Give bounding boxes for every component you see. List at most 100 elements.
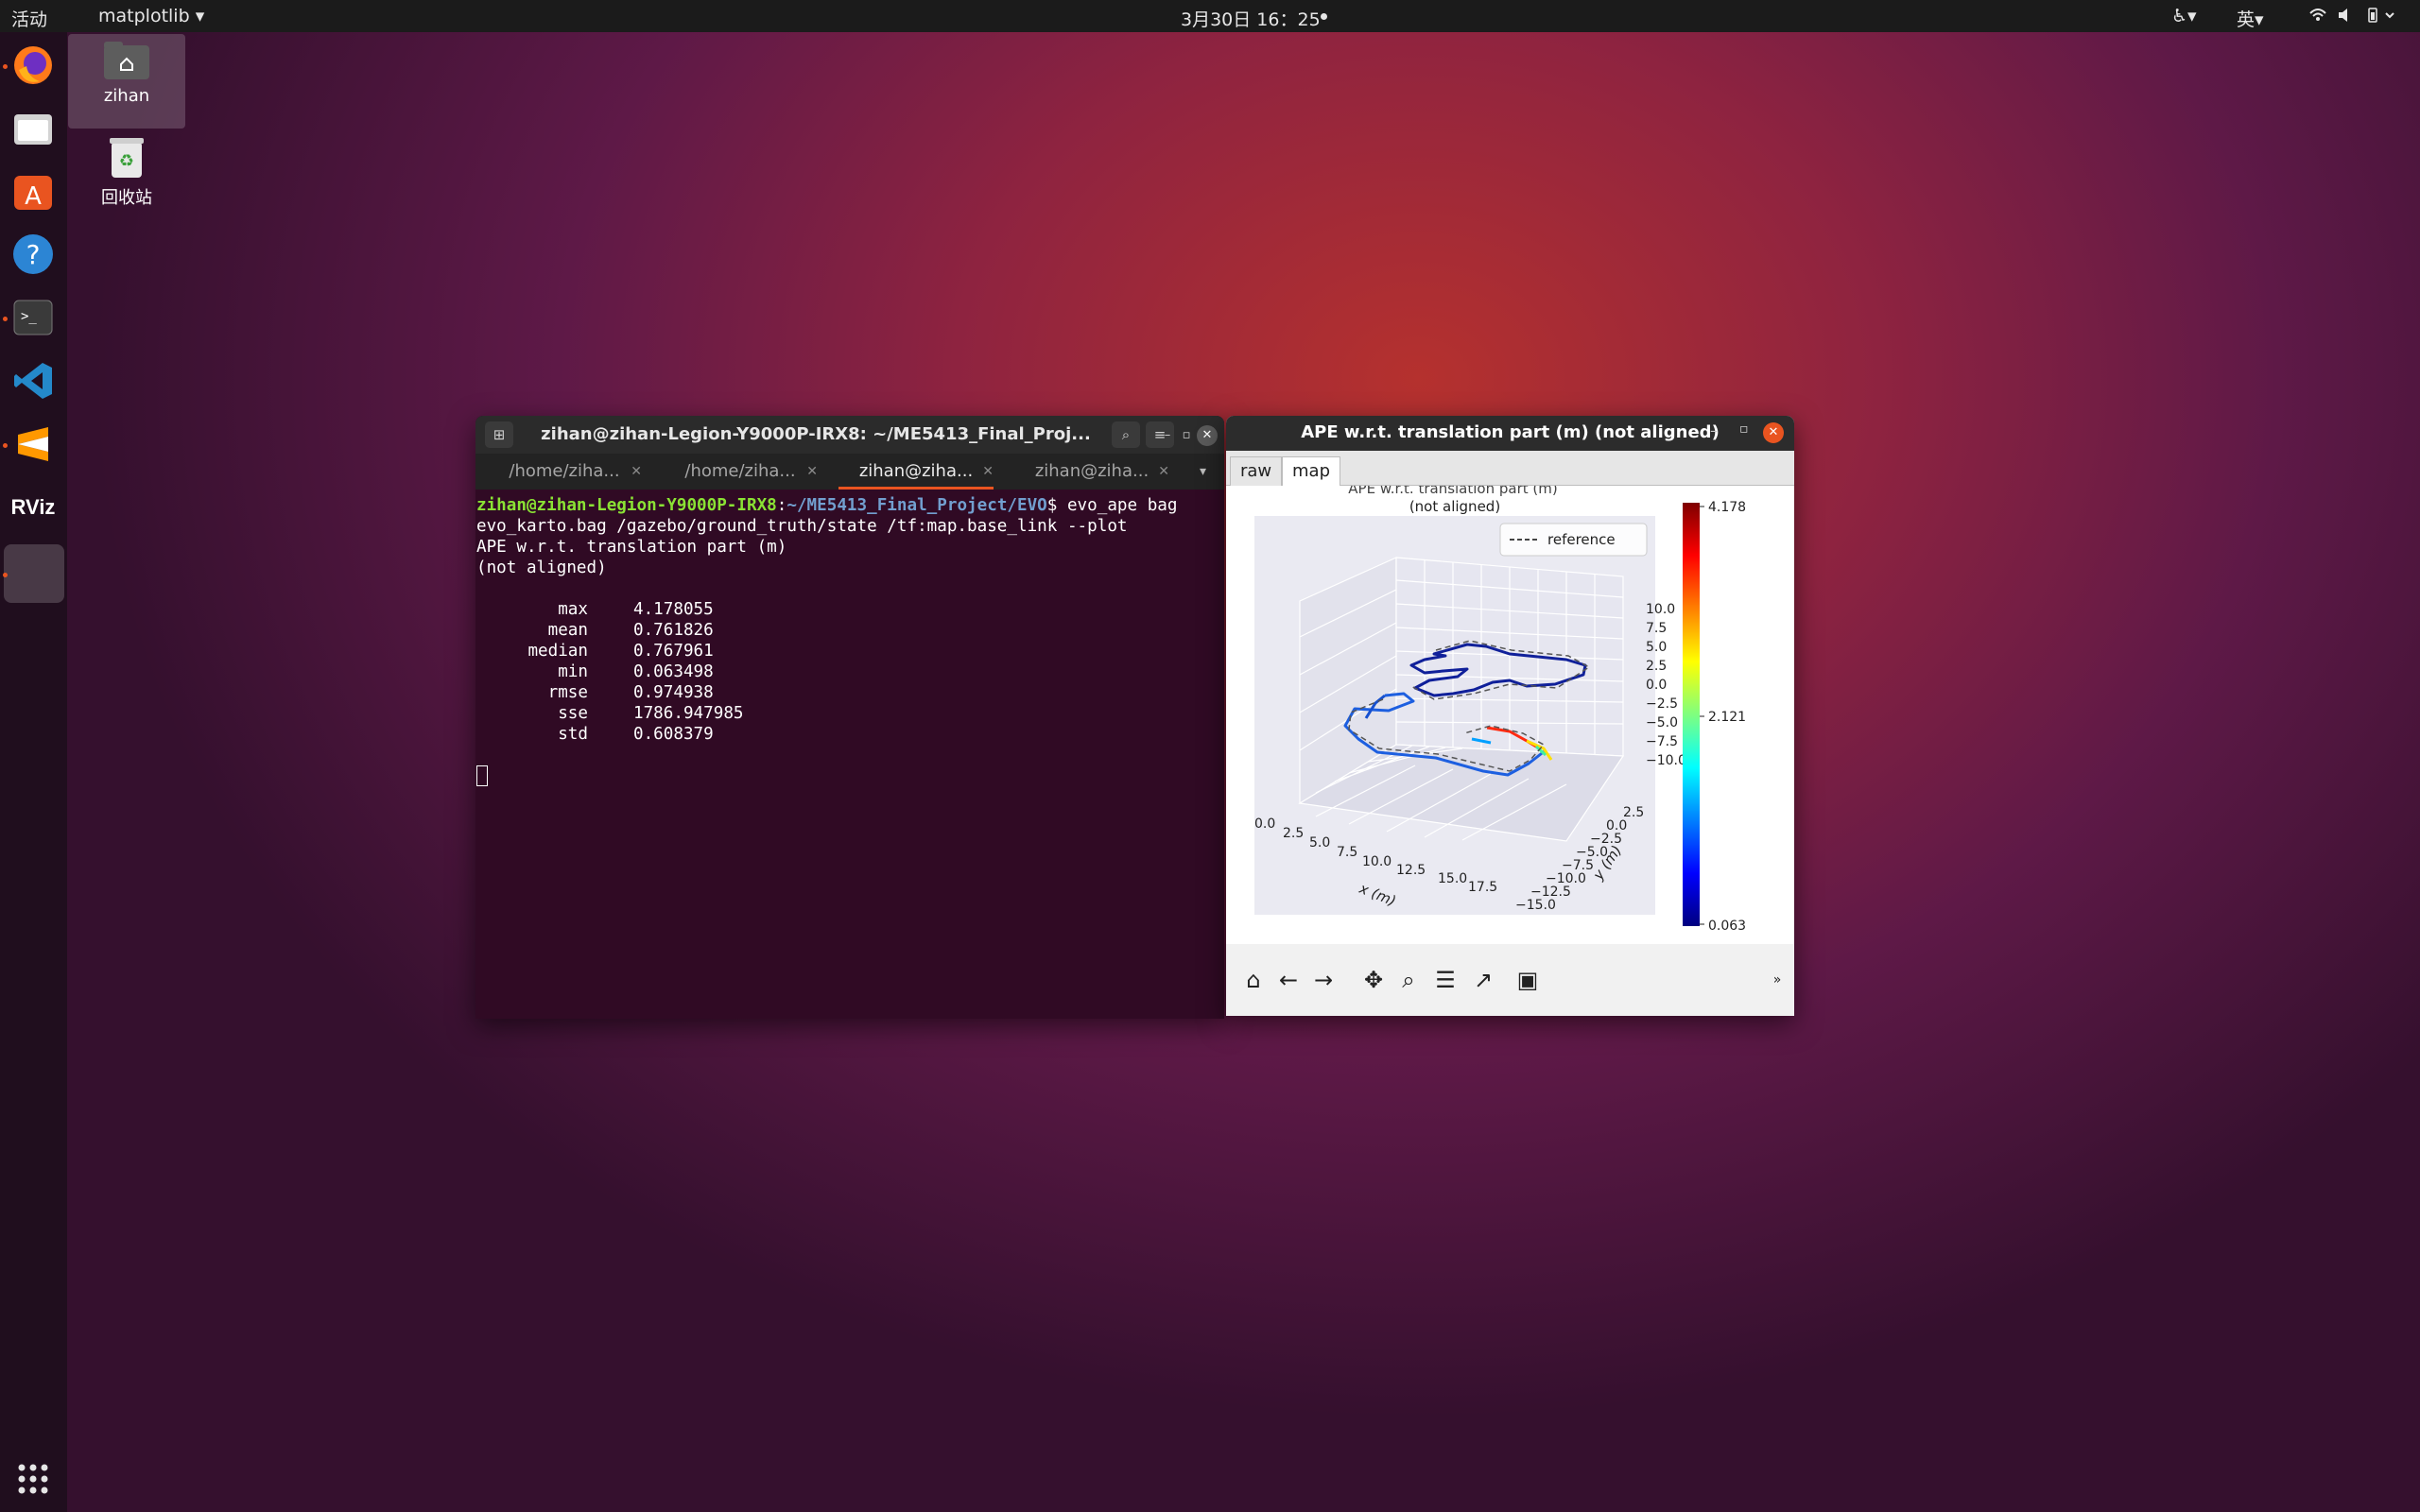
terminal-tab-3[interactable]: zihan@ziha... ✕ — [829, 454, 1003, 490]
z-tick: −10.0 — [1646, 753, 1686, 768]
running-indicator — [3, 443, 8, 448]
plot-tab-bar: raw map — [1226, 451, 1794, 486]
stat-row: max 4.178055 — [476, 600, 714, 619]
stat-value: 0.063498 — [633, 662, 714, 681]
active-window-icon[interactable] — [4, 544, 64, 603]
terminal-window[interactable]: ⊞ zihan@zihan-Legion-Y9000P-IRX8: ~/ME54… — [475, 416, 1224, 1019]
sublime-icon[interactable] — [7, 418, 60, 471]
store-glyph: A — [14, 176, 52, 211]
show-apps-grid-icon[interactable] — [7, 1452, 60, 1505]
close-icon[interactable]: ✕ — [1197, 425, 1218, 446]
files-icon[interactable] — [7, 101, 60, 154]
tab-label: /home/ziha... — [684, 461, 796, 481]
svg-text:?: ? — [26, 239, 41, 270]
x-tick: 10.0 — [1362, 854, 1392, 869]
running-indicator — [3, 573, 8, 577]
desktop-home-folder[interactable]: zihan — [68, 34, 185, 129]
figure-title-line2: (not aligned) — [1409, 498, 1500, 515]
plot-window-title: APE w.r.t. translation part (m) (not ali… — [1301, 422, 1720, 442]
running-indicator — [3, 64, 8, 69]
close-tab-icon[interactable]: ✕ — [806, 454, 818, 490]
help-icon[interactable]: ? — [7, 228, 60, 281]
plot-window[interactable]: APE w.r.t. translation part (m) (not ali… — [1226, 416, 1794, 1016]
colorbar-ticks: 4.178 2.121 0.063 — [1700, 500, 1746, 934]
zoom-icon[interactable]: ⌕ — [1394, 966, 1423, 994]
close-tab-icon[interactable]: ✕ — [982, 454, 994, 490]
terminal-tab-4[interactable]: zihan@ziha... ✕ — [1005, 454, 1179, 490]
z-tick: 0.0 — [1646, 678, 1667, 693]
z-tick: −7.5 — [1646, 734, 1678, 749]
terminal-output[interactable]: zihan@zihan-Legion-Y9000P-IRX8:~/ME5413_… — [475, 495, 1177, 786]
terminal-title: zihan@zihan-Legion-Y9000P-IRX8: ~/ME5413… — [541, 424, 1091, 444]
minimize-icon[interactable]: – — [1710, 421, 1718, 439]
plot-header-bar[interactable]: APE w.r.t. translation part (m) (not ali… — [1226, 416, 1794, 451]
accessibility-icon[interactable]: ♿▾ — [2171, 6, 2197, 26]
z-tick: 10.0 — [1646, 602, 1675, 617]
terminal-tab-1[interactable]: /home/ziha... ✕ — [477, 454, 651, 490]
configure-icon[interactable]: ☰ — [1431, 966, 1460, 994]
figure-title-line1: APE w.r.t. translation part (m) — [1348, 486, 1557, 497]
svg-text:A: A — [25, 182, 42, 211]
stat-key: max — [558, 600, 588, 619]
x-tick: 0.0 — [1254, 816, 1275, 832]
tab-label: /home/ziha... — [509, 461, 620, 481]
activities-button[interactable]: 活动 — [11, 6, 47, 31]
x-tick: 17.5 — [1468, 880, 1497, 895]
stat-row: rmse 0.974938 — [476, 683, 714, 702]
edit-axis-icon[interactable]: ↗ — [1469, 966, 1497, 994]
x-tick: 15.0 — [1438, 871, 1467, 886]
rviz-icon[interactable]: RViz — [7, 481, 60, 534]
running-indicator — [3, 317, 8, 321]
close-tab-icon[interactable]: ✕ — [1158, 454, 1169, 490]
terminal-header-bar[interactable]: ⊞ zihan@zihan-Legion-Y9000P-IRX8: ~/ME54… — [475, 416, 1224, 454]
input-method-label: 英 — [2237, 9, 2256, 30]
home-icon[interactable]: ⌂ — [1239, 966, 1268, 994]
legend-label: reference — [1547, 531, 1616, 548]
clock[interactable]: 3月30日 16：25 — [1181, 6, 1321, 31]
colorbar-tick-min: 0.063 — [1708, 919, 1746, 934]
tab-raw[interactable]: raw — [1230, 456, 1283, 486]
firefox-icon[interactable] — [7, 39, 60, 92]
minimize-icon[interactable]: – — [1157, 425, 1178, 446]
terminal-tab-2[interactable]: /home/ziha... ✕ — [653, 454, 827, 490]
z-tick: 5.0 — [1646, 640, 1667, 655]
stat-key: sse — [558, 704, 588, 723]
system-status-icons[interactable] — [2307, 6, 2401, 29]
stat-row: median 0.767961 — [476, 642, 713, 661]
terminal-tab-bar: /home/ziha... ✕ /home/ziha... ✕ zihan@ziha… — [475, 454, 1224, 490]
stat-value: 1786.947985 — [633, 704, 744, 723]
pan-icon[interactable]: ✥ — [1359, 966, 1388, 994]
desktop-trash[interactable]: ♻ 回收站 — [68, 136, 185, 209]
z-tick: −2.5 — [1646, 696, 1678, 712]
figure-canvas[interactable]: APE w.r.t. translation part (m) (not ali… — [1226, 480, 1794, 944]
tab-map[interactable]: map — [1282, 456, 1340, 486]
close-icon[interactable]: ✕ — [1763, 422, 1784, 443]
terminal-cursor — [476, 765, 488, 786]
stat-value: 0.761826 — [633, 621, 714, 640]
maximize-icon[interactable]: ▫ — [1176, 425, 1197, 446]
tab-overflow-chevron-icon[interactable]: ▾ — [1200, 454, 1206, 490]
input-method-indicator[interactable]: 英▾ — [2237, 6, 2264, 31]
forward-icon[interactable]: → — [1309, 966, 1338, 994]
app-menu[interactable]: matplotlib ▾ — [98, 6, 204, 26]
3d-grid — [1298, 557, 1625, 842]
save-icon[interactable]: ▣ — [1513, 966, 1542, 994]
close-tab-icon[interactable]: ✕ — [631, 454, 642, 490]
new-tab-icon[interactable]: ⊞ — [485, 421, 513, 448]
legend: reference — [1499, 523, 1648, 557]
command-line-2: evo_karto.bag /gazebo/ground_truth/state… — [476, 517, 1128, 536]
rviz-label: RViz — [10, 495, 56, 519]
back-icon[interactable]: ← — [1274, 966, 1303, 994]
help-glyph: ? — [13, 234, 53, 274]
ape-3d-map-plot[interactable]: APE w.r.t. translation part (m) (not ali… — [1226, 480, 1794, 944]
grid-glyph — [18, 1464, 48, 1494]
software-icon[interactable]: A — [7, 164, 60, 217]
vscode-icon[interactable] — [7, 354, 60, 407]
maximize-icon[interactable]: ▫ — [1739, 421, 1749, 437]
dock: A ? >_ RViz — [0, 32, 67, 1512]
overflow-chevron-icon[interactable]: » — [1763, 966, 1791, 994]
trash-icon: ♻ — [110, 138, 144, 178]
z-ticks: 10.0 7.5 5.0 2.5 0.0 −2.5 −5.0 −7.5 −10.… — [1646, 602, 1686, 768]
terminal-icon[interactable]: >_ — [7, 291, 60, 344]
sublime-glyph — [18, 427, 48, 461]
